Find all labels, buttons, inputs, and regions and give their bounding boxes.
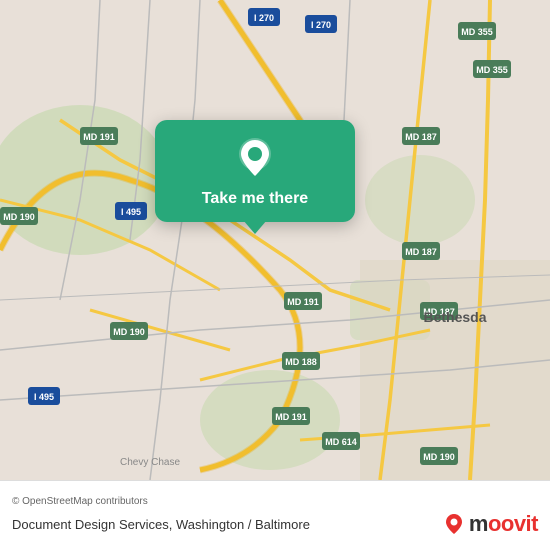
svg-text:MD 191: MD 191 xyxy=(275,412,307,422)
bottom-bar: © OpenStreetMap contributors Document De… xyxy=(0,480,550,550)
svg-text:Bethesda: Bethesda xyxy=(423,309,486,325)
map-container: I 270 I 270 MD 355 MD 355 MD 191 MD 187 … xyxy=(0,0,550,480)
moovit-text: moovit xyxy=(469,511,538,537)
svg-text:I 270: I 270 xyxy=(311,20,331,30)
svg-text:MD 187: MD 187 xyxy=(405,247,437,257)
svg-text:MD 191: MD 191 xyxy=(287,297,319,307)
svg-text:I 270: I 270 xyxy=(254,13,274,23)
popup-label: Take me there xyxy=(202,190,308,208)
svg-text:MD 614: MD 614 xyxy=(325,437,357,447)
map-background: I 270 I 270 MD 355 MD 355 MD 191 MD 187 … xyxy=(0,0,550,480)
svg-text:MD 188: MD 188 xyxy=(285,357,317,367)
location-pin-icon xyxy=(233,136,277,180)
svg-text:MD 355: MD 355 xyxy=(461,27,493,37)
moovit-pin-icon xyxy=(443,513,465,535)
svg-text:I 495: I 495 xyxy=(34,392,54,402)
popup-card[interactable]: Take me there xyxy=(155,120,355,222)
location-text: Document Design Services, Washington / B… xyxy=(12,517,310,532)
svg-text:MD 355: MD 355 xyxy=(476,65,508,75)
svg-text:MD 190: MD 190 xyxy=(113,327,145,337)
svg-text:MD 187: MD 187 xyxy=(405,132,437,142)
svg-text:MD 190: MD 190 xyxy=(423,452,455,462)
moovit-logo[interactable]: moovit xyxy=(443,511,538,537)
svg-text:MD 190: MD 190 xyxy=(3,212,35,222)
svg-text:Chevy Chase: Chevy Chase xyxy=(120,457,180,468)
svg-text:MD 191: MD 191 xyxy=(83,132,115,142)
attribution: © OpenStreetMap contributors xyxy=(12,496,538,507)
svg-text:I 495: I 495 xyxy=(121,207,141,217)
bottom-info: Document Design Services, Washington / B… xyxy=(12,511,538,537)
